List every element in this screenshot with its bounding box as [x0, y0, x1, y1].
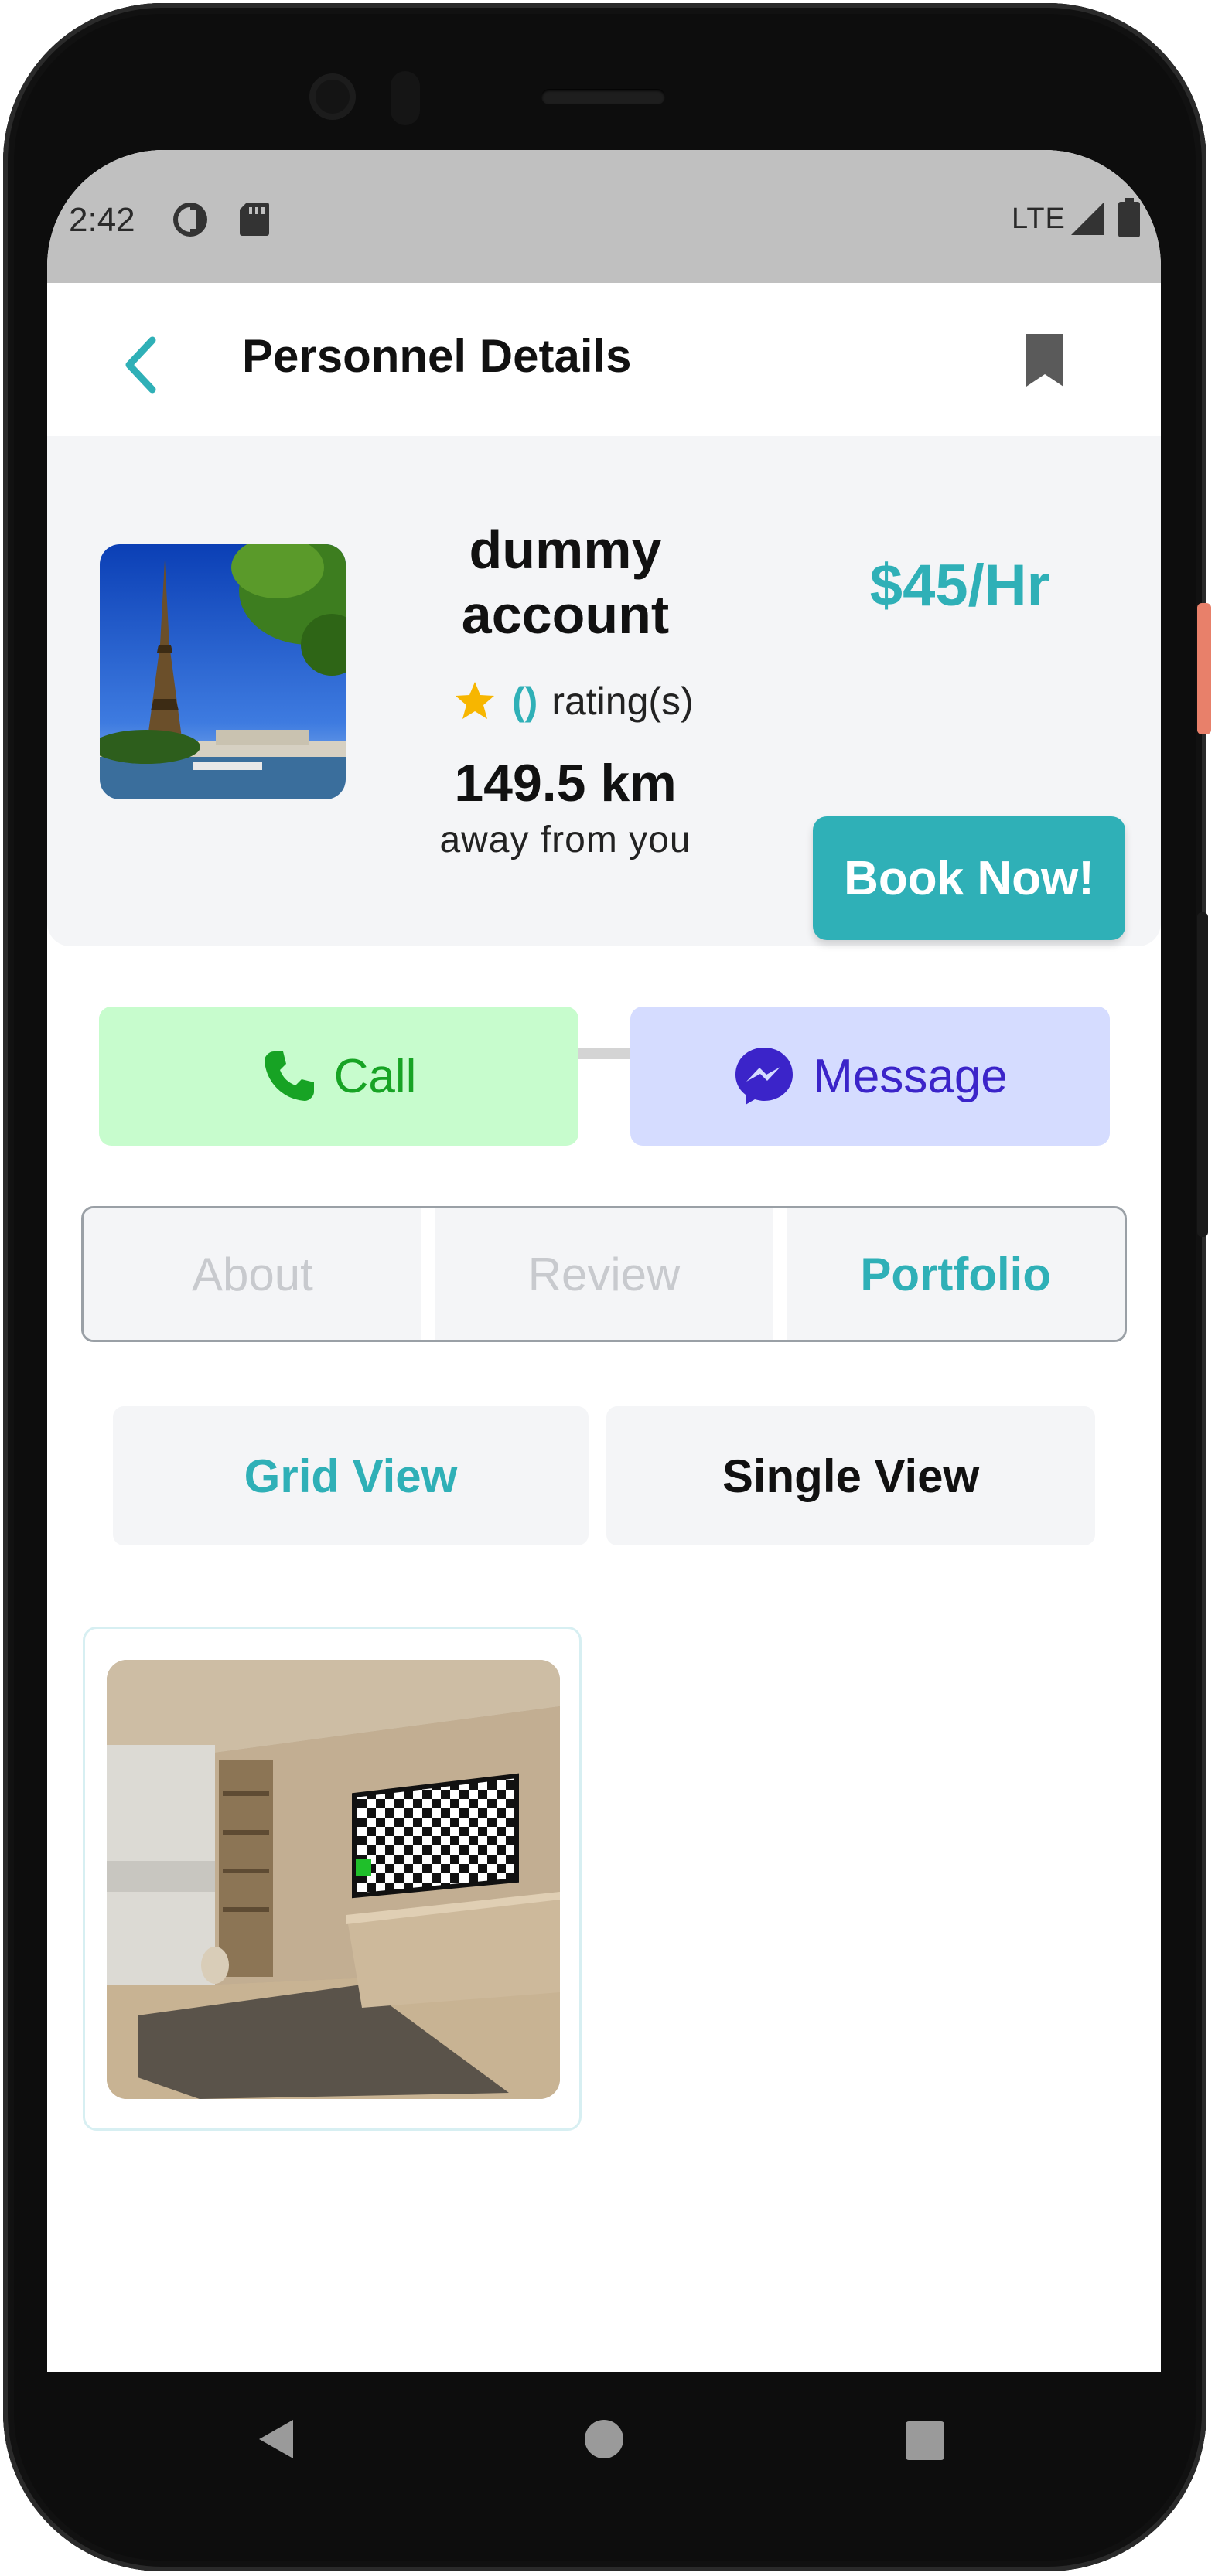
- rating-label: rating(s): [551, 680, 694, 723]
- proximity-sensor: [391, 71, 420, 125]
- bookmark-button[interactable]: [1022, 331, 1068, 390]
- portfolio-image: [107, 1660, 560, 2099]
- power-button: [1197, 603, 1211, 734]
- message-label: Message: [813, 1049, 1008, 1103]
- earpiece-speaker: [541, 89, 665, 104]
- chevron-left-icon: [125, 336, 156, 394]
- volume-button: [1197, 912, 1208, 1237]
- app-screen: 2:42 LTE Personnel Details dummy account…: [47, 150, 1161, 2372]
- view-toggle: Grid View Single View: [113, 1406, 1095, 1545]
- back-nav-icon[interactable]: [256, 2417, 296, 2462]
- hourly-price: $45/Hr: [869, 553, 1050, 618]
- signal-icon: [1070, 201, 1105, 240]
- rating-row: () rating(s): [453, 674, 694, 728]
- battery-icon: [1118, 198, 1141, 242]
- front-camera: [309, 73, 356, 120]
- profile-avatar: [100, 544, 346, 799]
- tab-about[interactable]: About: [84, 1208, 421, 1340]
- phone-device: 2:42 LTE Personnel Details dummy account…: [0, 0, 1215, 2576]
- status-time: 2:42: [69, 201, 135, 239]
- tab-review[interactable]: Review: [435, 1208, 773, 1340]
- home-nav-icon[interactable]: [583, 2418, 625, 2460]
- recents-nav-icon[interactable]: [904, 2420, 946, 2462]
- message-button[interactable]: Message: [630, 1007, 1110, 1146]
- app-bar: Personnel Details: [47, 283, 1161, 436]
- portfolio-item[interactable]: [83, 1627, 582, 2131]
- system-navigation-bar: [47, 2372, 1161, 2503]
- distance-label: away from you: [439, 819, 691, 860]
- bookmark-icon: [1026, 334, 1063, 387]
- back-button[interactable]: [118, 334, 165, 396]
- rating-value: (): [512, 680, 538, 723]
- distance-value: 149.5 km: [454, 754, 677, 813]
- sd-card-icon: [239, 201, 270, 240]
- page-title: Personnel Details: [242, 330, 632, 382]
- network-type: LTE: [1012, 203, 1066, 235]
- star-icon: [456, 682, 494, 719]
- profile-card: dummy account () rating(s) 149.5 km away…: [47, 436, 1161, 1059]
- call-label: Call: [333, 1049, 417, 1103]
- book-now-button[interactable]: Book Now!: [813, 816, 1125, 940]
- tab-bar: About Review Portfolio: [81, 1206, 1127, 1342]
- call-button[interactable]: Call: [99, 1007, 578, 1146]
- profile-name: dummy account: [461, 520, 670, 645]
- status-bar: 2:42 LTE: [47, 150, 1161, 283]
- notification-icon: [171, 200, 210, 243]
- phone-icon: [261, 1048, 317, 1104]
- single-view-button[interactable]: Single View: [606, 1406, 1095, 1545]
- messenger-icon: [732, 1044, 796, 1108]
- grid-view-button[interactable]: Grid View: [113, 1406, 589, 1545]
- tab-portfolio[interactable]: Portfolio: [787, 1208, 1125, 1340]
